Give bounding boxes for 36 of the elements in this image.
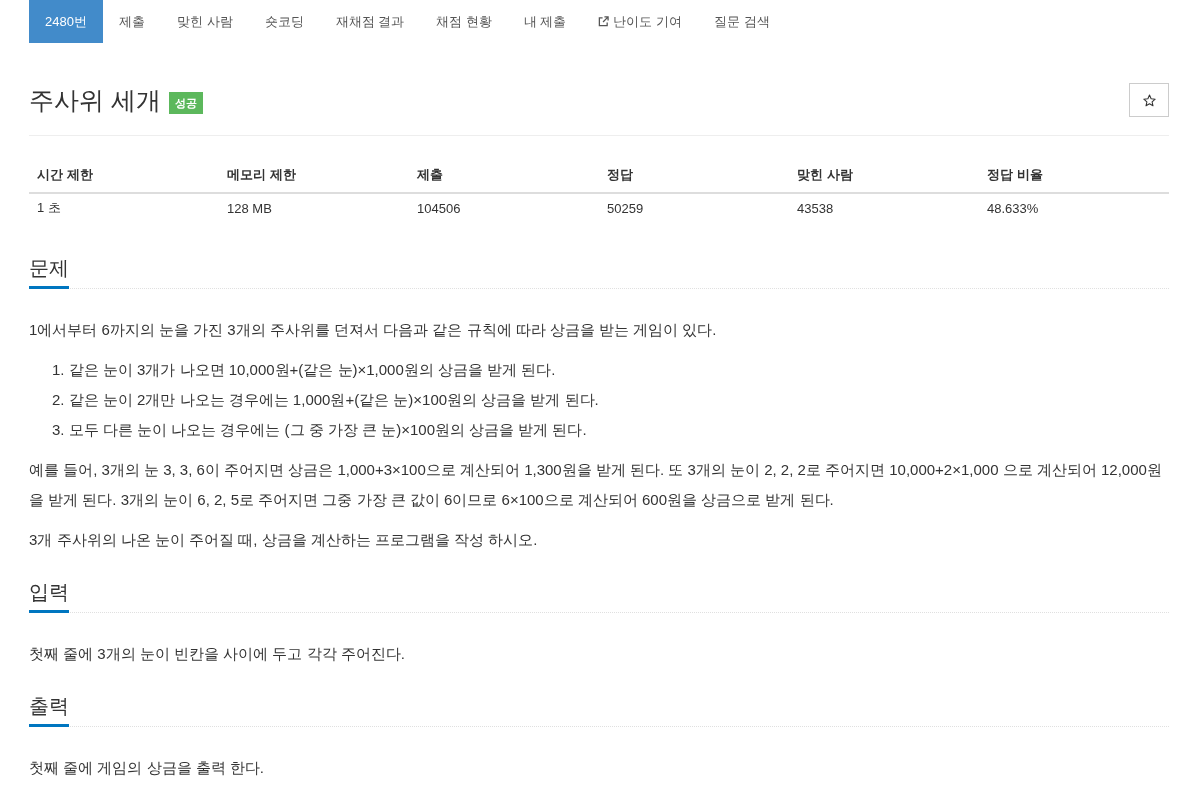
paragraph: 첫째 줄에 3개의 눈이 빈칸을 사이에 두고 각각 주어진다.	[29, 644, 406, 664]
star-button[interactable]	[1129, 83, 1169, 117]
nav-tab[interactable]: 제출	[102, 0, 161, 43]
table-cell: 43538	[797, 200, 834, 216]
status-badge: 성공	[168, 92, 203, 114]
paragraph: 1에서부터 6까지의 눈을 가진 3개의 주사위를 던져서 다음과 같은 규칙에 따라 상금을 받는 게임이 있다.	[29, 320, 718, 340]
table-cell: 48.633%	[987, 200, 1039, 216]
external-link-icon	[598, 16, 610, 27]
column-header: 정답	[607, 166, 633, 184]
table-cell: 1 초	[37, 199, 61, 217]
table-cell: 50259	[607, 200, 644, 216]
column-header: 제출	[417, 166, 443, 184]
section-heading: 입력	[29, 579, 69, 613]
nav-tab[interactable]: 2480번	[29, 0, 103, 43]
nav-tab[interactable]: 내 제출	[507, 0, 583, 43]
nav-tab[interactable]: 난이도 기여	[582, 0, 699, 43]
paragraph: 첫째 줄에 게임의 상금을 출력 한다.	[29, 758, 265, 778]
list-item: 1. 같은 눈이 3개가 나오면 10,000원+(같은 눈)×1,000원의 상금을 받게 된다.	[52, 360, 557, 380]
column-header: 메모리 제한	[227, 166, 296, 184]
column-header: 맞힌 사람	[797, 166, 853, 184]
column-header: 시간 제한	[37, 166, 93, 184]
nav-tab[interactable]: 재채점 결과	[319, 0, 421, 43]
table-cell: 128 MB	[227, 200, 272, 216]
table-cell: 104506	[417, 200, 461, 216]
column-header: 정답 비율	[987, 166, 1043, 184]
nav-tab[interactable]: 숏코딩	[248, 0, 320, 43]
nav-tab[interactable]: 질문 검색	[698, 0, 786, 43]
nav-tab[interactable]: 채점 현황	[420, 0, 508, 43]
paragraph: 3개 주사위의 나온 눈이 주어질 때, 상금을 계산하는 프로그램을 작성 하시오.	[29, 530, 539, 550]
list-item: 3. 모두 다른 눈이 나오는 경우에는 (그 중 가장 큰 눈)×100원의 상금을 받게 된다.	[52, 420, 588, 440]
section-heading: 문제	[29, 255, 69, 289]
problem-title: 주사위 세개	[29, 85, 161, 116]
nav-tab[interactable]: 맞힌 사람	[160, 0, 249, 43]
section-heading: 출력	[29, 693, 69, 727]
paragraph: 예를 들어, 3개의 눈 3, 3, 6이 주어지면 상금은 1,000+3×100으로 계산되어 1,300원을 받게 된다. 또 3개의 눈이 2, 2, 2로 주어지면 10,000+2×1,000 으로 계산되어 12,000원을 받게 된다. 3개의 눈이 6, 2, 5로 주어지면 그중 가장 큰 값이 6이므로 6×100으로 계산되어 600원을 상금으로 받게 된다.	[29, 460, 1163, 510]
list-item: 2. 같은 눈이 2개만 나오는 경우에는 1,000원+(같은 눈)×100원의 상금을 받게 된다.	[52, 390, 600, 410]
